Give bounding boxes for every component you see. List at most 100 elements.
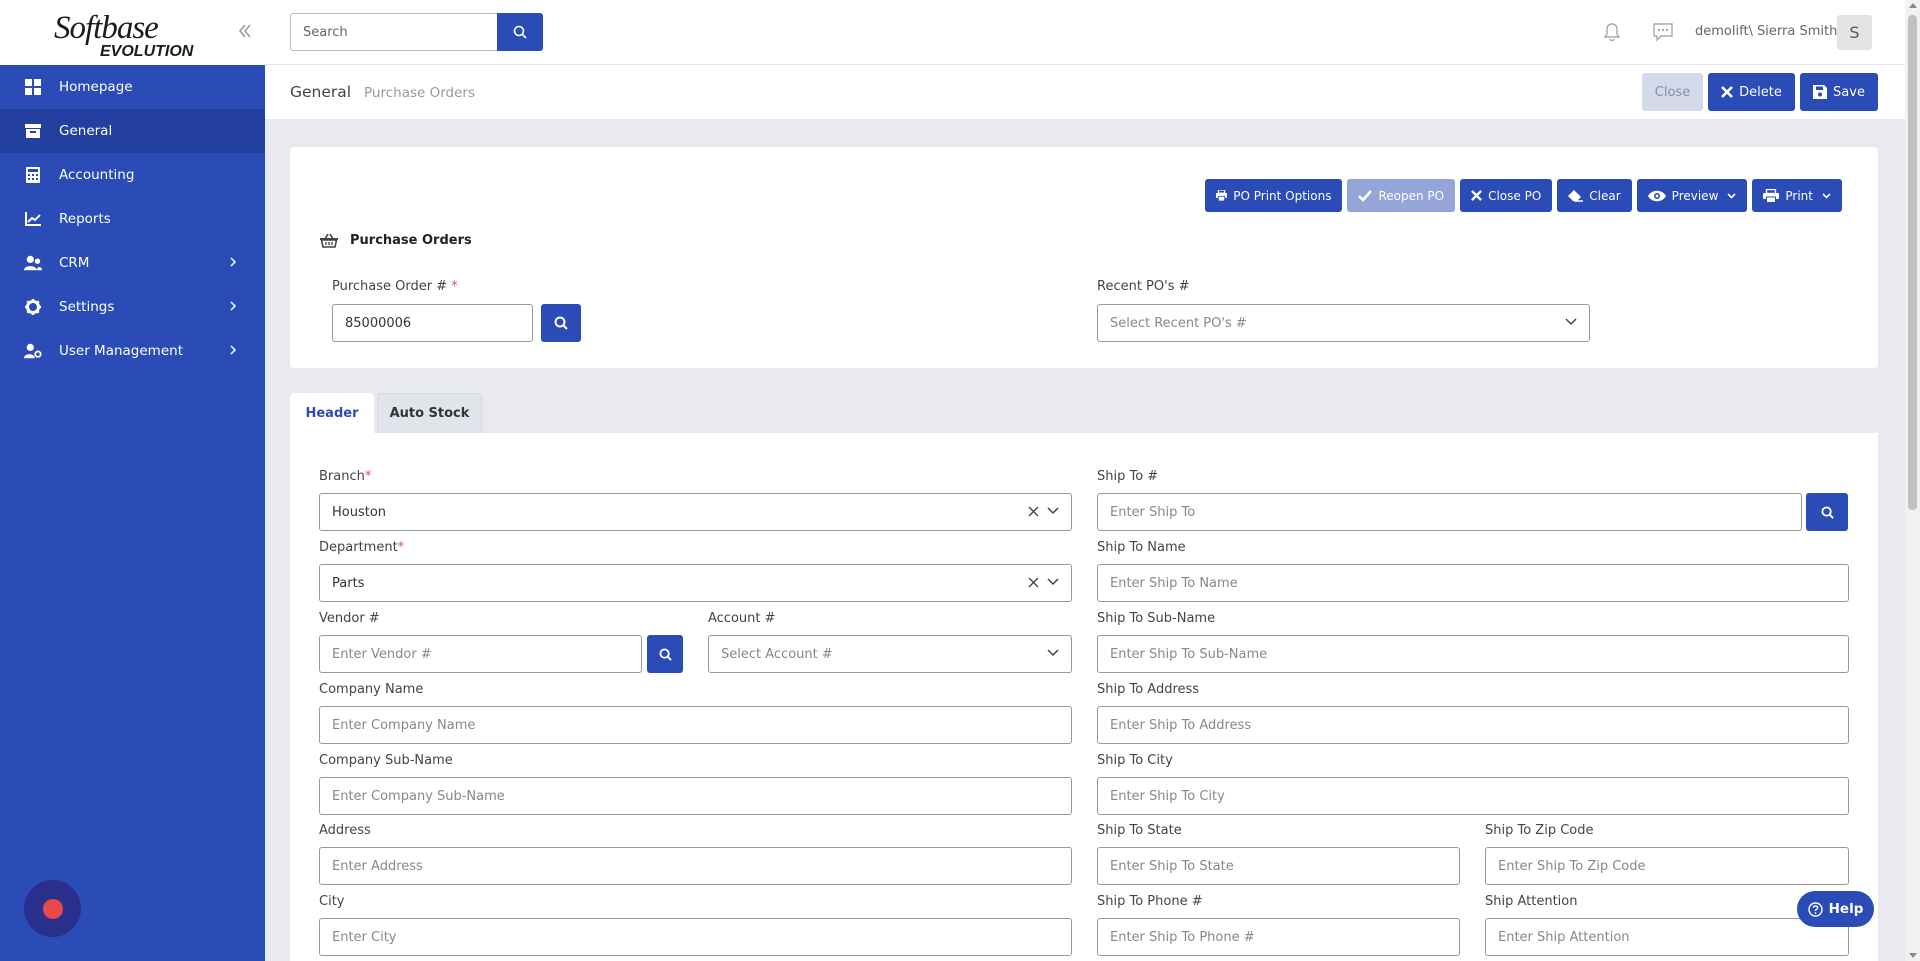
ship-to-phone-label: Ship To Phone #: [1097, 894, 1203, 909]
chevron-down-icon: [1727, 192, 1736, 199]
help-button[interactable]: Help: [1797, 891, 1874, 927]
chat-icon[interactable]: [1652, 22, 1674, 46]
ship-to-input[interactable]: Enter Ship To: [1097, 493, 1802, 531]
save-button[interactable]: Save: [1800, 73, 1878, 111]
vendor-label: Vendor #: [319, 611, 380, 626]
scrollbar-thumb[interactable]: [1908, 15, 1917, 510]
reopen-po-button[interactable]: Reopen PO: [1347, 179, 1456, 212]
ship-attention-input[interactable]: Enter Ship Attention: [1485, 918, 1849, 956]
company-sub-name-label: Company Sub-Name: [319, 753, 453, 768]
department-select[interactable]: Parts: [319, 564, 1072, 602]
ship-to-city-input[interactable]: Enter Ship To City: [1097, 777, 1849, 815]
ship-to-name-input[interactable]: Enter Ship To Name: [1097, 564, 1849, 602]
print-button[interactable]: Print: [1752, 179, 1842, 212]
ship-to-zip-input[interactable]: Enter Ship To Zip Code: [1485, 847, 1849, 885]
account-select[interactable]: Select Account #: [708, 635, 1072, 673]
account-placeholder: Select Account #: [721, 646, 833, 662]
search-input[interactable]: [290, 13, 498, 51]
po-print-options-button[interactable]: PO Print Options: [1205, 179, 1343, 212]
avatar[interactable]: S: [1837, 15, 1872, 50]
logo-area: Softbase EVOLUTION: [0, 0, 265, 65]
sidebar-item-crm[interactable]: CRM: [0, 241, 265, 285]
sidebar-item-settings[interactable]: Settings: [0, 285, 265, 329]
company-sub-name-input[interactable]: Enter Company Sub-Name: [319, 777, 1072, 815]
vendor-input[interactable]: Enter Vendor #: [319, 635, 642, 673]
username[interactable]: demolift\ Sierra Smith: [1695, 24, 1837, 39]
eye-icon: [1647, 190, 1666, 201]
ship-to-address-input[interactable]: Enter Ship To Address: [1097, 706, 1849, 744]
x-icon: [1471, 190, 1483, 201]
branch-select[interactable]: Houston: [319, 493, 1072, 531]
ship-to-zip-label: Ship To Zip Code: [1485, 823, 1594, 838]
ship-to-search-button[interactable]: [1806, 493, 1848, 531]
printer-icon: [1216, 190, 1228, 201]
ship-to-address-label: Ship To Address: [1097, 682, 1200, 697]
preview-label: Preview: [1671, 188, 1719, 203]
sidebar-item-accounting[interactable]: Accounting: [0, 153, 265, 197]
city-input[interactable]: Enter City: [319, 918, 1072, 956]
collapse-sidebar-icon[interactable]: [236, 22, 256, 42]
tab-auto-stock[interactable]: Auto Stock: [377, 393, 482, 433]
record-button[interactable]: [24, 880, 81, 937]
ship-to-label: Ship To #: [1097, 469, 1159, 484]
address-label: Address: [319, 823, 371, 838]
check-icon: [1358, 189, 1373, 202]
breadcrumb-bar: General Purchase Orders Close Delete Sav…: [265, 65, 1905, 119]
department-value: Parts: [332, 575, 365, 591]
page-scrollbar[interactable]: [1905, 0, 1920, 961]
tab-header[interactable]: Header: [290, 393, 374, 433]
required-marker: *: [397, 540, 405, 555]
help-label: Help: [1828, 901, 1864, 917]
save-label: Save: [1833, 84, 1865, 100]
x-icon: [1721, 86, 1734, 98]
delete-button[interactable]: Delete: [1708, 73, 1795, 111]
clear-x-icon[interactable]: [1028, 577, 1039, 588]
printer-icon: [1763, 188, 1780, 203]
branch-label-text: Branch: [319, 469, 365, 484]
preview-button[interactable]: Preview: [1636, 179, 1748, 212]
po-card: PO Print Options Reopen PO Close PO Clea…: [290, 147, 1878, 368]
address-input[interactable]: Enter Address: [319, 847, 1072, 885]
ship-to-state-input[interactable]: Enter Ship To State: [1097, 847, 1460, 885]
sidebar-item-label: General: [59, 123, 113, 139]
recent-po-select[interactable]: Select Recent PO's #: [1097, 304, 1590, 342]
sidebar-item-homepage[interactable]: Homepage: [0, 65, 265, 109]
sidebar-item-general[interactable]: General: [0, 109, 265, 153]
recent-po-label: Recent PO's #: [1097, 279, 1190, 294]
po-search-button[interactable]: [541, 304, 581, 342]
breadcrumb-page: Purchase Orders: [364, 85, 475, 101]
close-po-button[interactable]: Close PO: [1460, 179, 1553, 212]
company-name-label: Company Name: [319, 682, 424, 697]
sidebar-item-reports[interactable]: Reports: [0, 197, 265, 241]
breadcrumb-section[interactable]: General: [290, 83, 351, 101]
vendor-search-button[interactable]: [647, 635, 683, 673]
ship-attention-label: Ship Attention: [1485, 894, 1578, 909]
bell-icon[interactable]: [1603, 22, 1621, 46]
sidebar-item-label: CRM: [59, 255, 90, 271]
delete-label: Delete: [1739, 84, 1782, 100]
chevron-right-icon: [229, 256, 239, 270]
basket-icon: [320, 233, 338, 248]
po-number-input[interactable]: 85000006: [332, 304, 533, 342]
card-title: Purchase Orders: [320, 233, 472, 248]
search-button[interactable]: [497, 13, 543, 51]
company-name-input[interactable]: Enter Company Name: [319, 706, 1072, 744]
gear-icon: [24, 298, 42, 316]
ship-to-sub-name-input[interactable]: Enter Ship To Sub-Name: [1097, 635, 1849, 673]
close-button[interactable]: Close: [1642, 73, 1703, 111]
reopen-po-label: Reopen PO: [1378, 188, 1445, 203]
clear-x-icon[interactable]: [1028, 506, 1039, 517]
ship-to-phone-input[interactable]: Enter Ship To Phone #: [1097, 918, 1460, 956]
scroll-down-icon[interactable]: [1909, 953, 1917, 958]
chevron-right-icon: [229, 344, 239, 358]
card-title-text: Purchase Orders: [350, 233, 472, 248]
clear-button[interactable]: Clear: [1557, 179, 1632, 212]
chevron-down-icon: [1047, 507, 1059, 515]
logo[interactable]: Softbase EVOLUTION: [54, 12, 193, 60]
user-gear-icon: [24, 342, 42, 360]
sidebar-item-user-management[interactable]: User Management: [0, 329, 265, 373]
chevron-down-icon: [1822, 192, 1831, 199]
scroll-up-icon[interactable]: [1909, 3, 1917, 8]
po-number-label-text: Purchase Order #: [332, 279, 448, 294]
department-label: Department*: [319, 540, 404, 555]
